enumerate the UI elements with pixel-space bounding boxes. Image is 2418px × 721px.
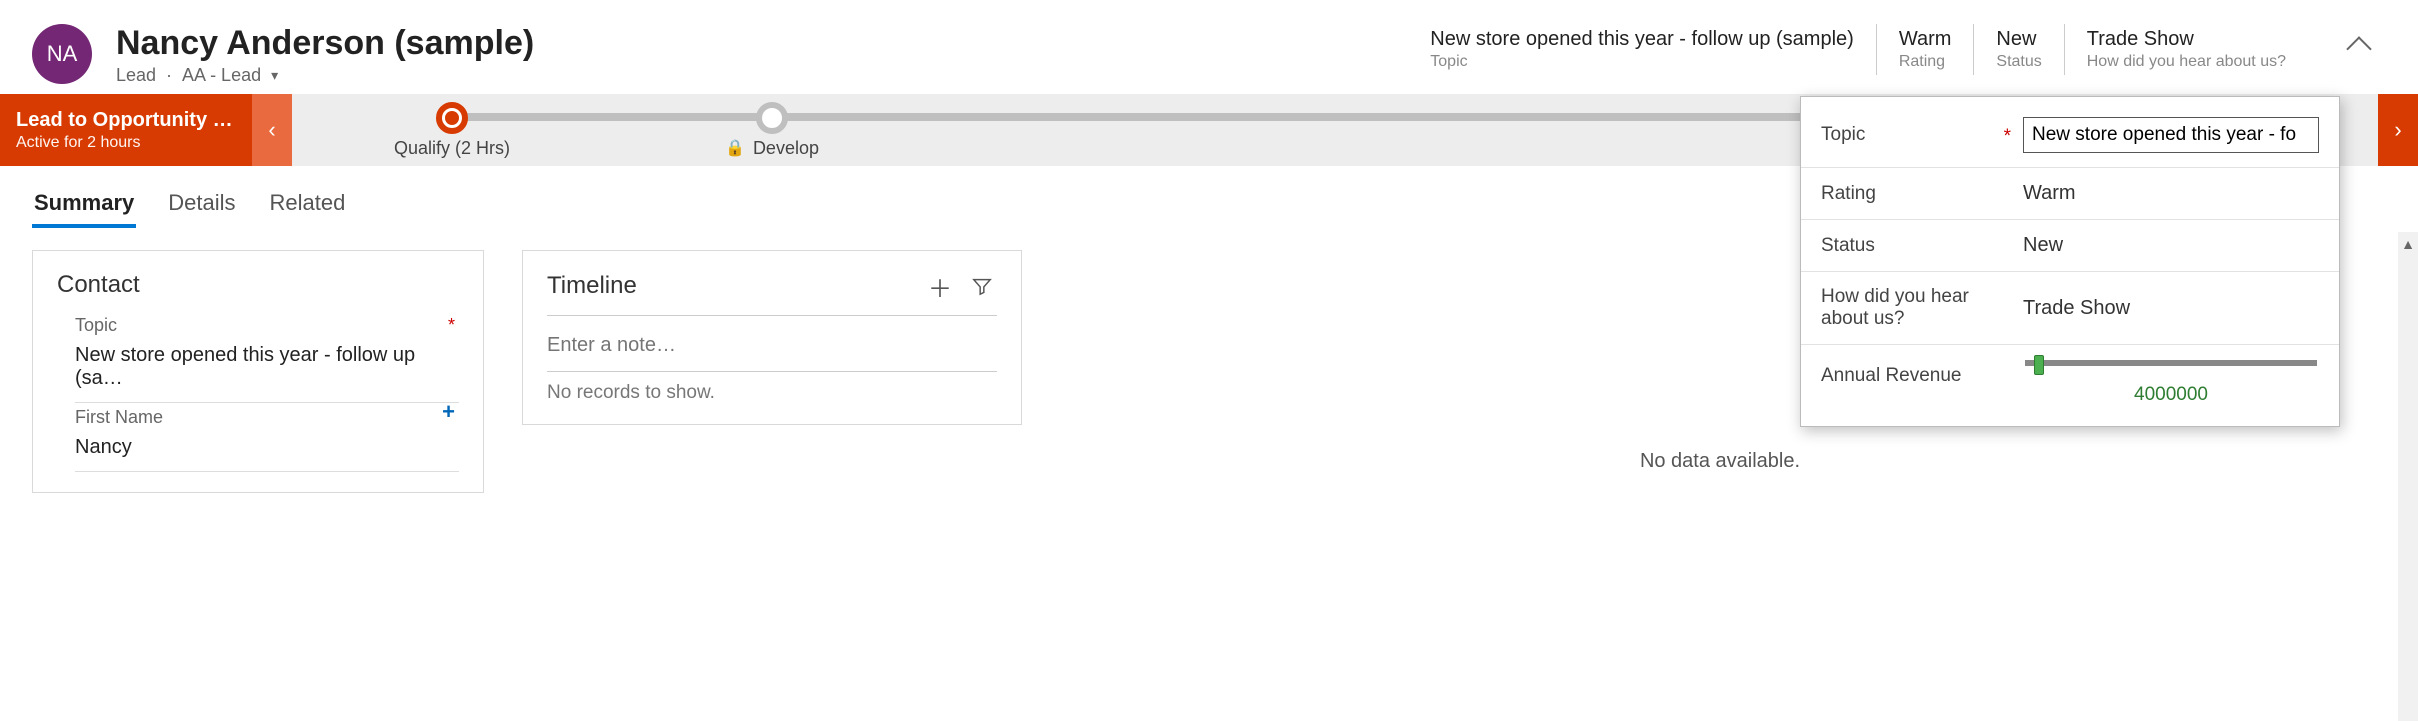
flyout-row-source[interactable]: How did you hear about us? Trade Show <box>1801 272 2339 345</box>
section-title: Contact <box>57 271 459 299</box>
field-label: First Name <box>75 407 163 428</box>
flyout-label: Topic <box>1821 124 1865 145</box>
entity-label: Lead <box>116 65 156 86</box>
lock-icon: 🔒 <box>725 138 745 158</box>
bpf-stage-label: Qualify (2 Hrs) <box>394 138 510 159</box>
scroll-up-icon[interactable]: ▲ <box>2397 232 2418 256</box>
header-field-value: Trade Show <box>2087 28 2286 51</box>
bpf-stage-dot <box>756 102 788 134</box>
header-field-topic[interactable]: New store opened this year - follow up (… <box>1430 24 1876 75</box>
bpf-stage-qualify[interactable]: Qualify (2 Hrs) <box>394 102 510 159</box>
bpf-stage-dot-active <box>436 102 468 134</box>
header-field-rating[interactable]: Warm Rating <box>1876 24 1974 75</box>
recommended-indicator: + <box>442 407 455 428</box>
timeline-add-button[interactable]: ＋ <box>925 271 955 301</box>
flyout-label: Status <box>1821 235 2011 257</box>
header-field-source[interactable]: Trade Show How did you hear about us? <box>2064 24 2308 75</box>
field-label: Topic <box>75 315 117 336</box>
field-value[interactable]: New store opened this year - follow up (… <box>75 336 459 403</box>
record-header: NA Nancy Anderson (sample) Lead · AA - L… <box>0 0 2418 94</box>
header-field-label: Topic <box>1430 53 1854 71</box>
timeline-section: Timeline ＋ No records to show. <box>522 250 1022 425</box>
field-topic[interactable]: Topic * New store opened this year - foll… <box>75 315 459 403</box>
flyout-row-rating[interactable]: Rating Warm <box>1801 168 2339 220</box>
bpf-prev-button[interactable]: ‹ <box>252 94 292 166</box>
tab-summary[interactable]: Summary <box>32 184 136 228</box>
flyout-label: Rating <box>1821 183 2011 205</box>
flyout-row-revenue[interactable]: Annual Revenue 4000000 <box>1801 345 2339 420</box>
timeline-empty-message: No records to show. <box>547 372 997 404</box>
flyout-label: Annual Revenue <box>1821 359 2011 387</box>
required-indicator: * <box>448 315 455 336</box>
filter-icon <box>971 275 993 297</box>
flyout-value: Trade Show <box>2023 297 2319 320</box>
bpf-next-button[interactable]: › <box>2378 94 2418 166</box>
header-field-value: New store opened this year - follow up (… <box>1430 28 1854 51</box>
avatar: NA <box>32 24 92 84</box>
bpf-stage-label: 🔒Develop <box>725 138 819 159</box>
header-field-label: Rating <box>1899 53 1952 71</box>
form-selector-label: AA - Lead <box>182 65 261 86</box>
field-value[interactable]: Nancy <box>75 428 459 472</box>
header-collapse-button[interactable] <box>2332 24 2386 73</box>
flyout-row-status[interactable]: Status New <box>1801 220 2339 272</box>
header-field-label: How did you hear about us? <box>2087 53 2286 71</box>
flyout-value: Warm <box>2023 182 2319 205</box>
record-title: Nancy Anderson (sample) <box>116 24 656 63</box>
tab-details[interactable]: Details <box>166 184 237 228</box>
slider-track[interactable] <box>2025 363 2317 366</box>
flyout-row-topic: Topic * <box>1801 103 2339 168</box>
flyout-topic-input[interactable] <box>2023 117 2319 153</box>
timeline-note-input[interactable] <box>547 330 997 372</box>
timeline-filter-button[interactable] <box>967 271 997 301</box>
header-field-value: Warm <box>1899 28 1952 51</box>
header-flyout: Topic * Rating Warm Status New How did yo… <box>1800 96 2340 427</box>
plus-icon: ＋ <box>928 269 952 304</box>
tab-related[interactable]: Related <box>268 184 348 228</box>
bpf-name: Lead to Opportunity Sale… <box>16 109 236 132</box>
required-indicator: * <box>2004 126 2011 148</box>
title-block: Nancy Anderson (sample) Lead · AA - Lead… <box>116 24 656 86</box>
slider-value: 4000000 <box>2023 384 2319 406</box>
flyout-label: How did you hear about us? <box>1821 286 2011 330</box>
header-field-value: New <box>1996 28 2041 51</box>
revenue-slider[interactable]: 4000000 <box>2023 359 2319 406</box>
vertical-scrollbar[interactable]: ▲ <box>2398 232 2418 721</box>
record-subtitle[interactable]: Lead · AA - Lead ▾ <box>116 65 656 86</box>
header-fields: New store opened this year - follow up (… <box>1430 24 2308 75</box>
field-first-name[interactable]: First Name + Nancy <box>75 407 459 472</box>
flyout-value: New <box>2023 234 2319 257</box>
bpf-title-block[interactable]: Lead to Opportunity Sale… Active for 2 h… <box>0 94 252 166</box>
chevron-down-icon[interactable]: ▾ <box>271 67 278 84</box>
contact-section: Contact Topic * New store opened this yea… <box>32 250 484 493</box>
slider-thumb[interactable] <box>2034 355 2044 375</box>
bpf-duration: Active for 2 hours <box>16 134 236 152</box>
bpf-stage-develop[interactable]: 🔒Develop <box>725 102 819 159</box>
chevron-up-icon <box>2346 36 2371 61</box>
header-field-label: Status <box>1996 53 2041 71</box>
header-field-status[interactable]: New Status <box>1973 24 2063 75</box>
section-title: Timeline <box>547 272 637 300</box>
